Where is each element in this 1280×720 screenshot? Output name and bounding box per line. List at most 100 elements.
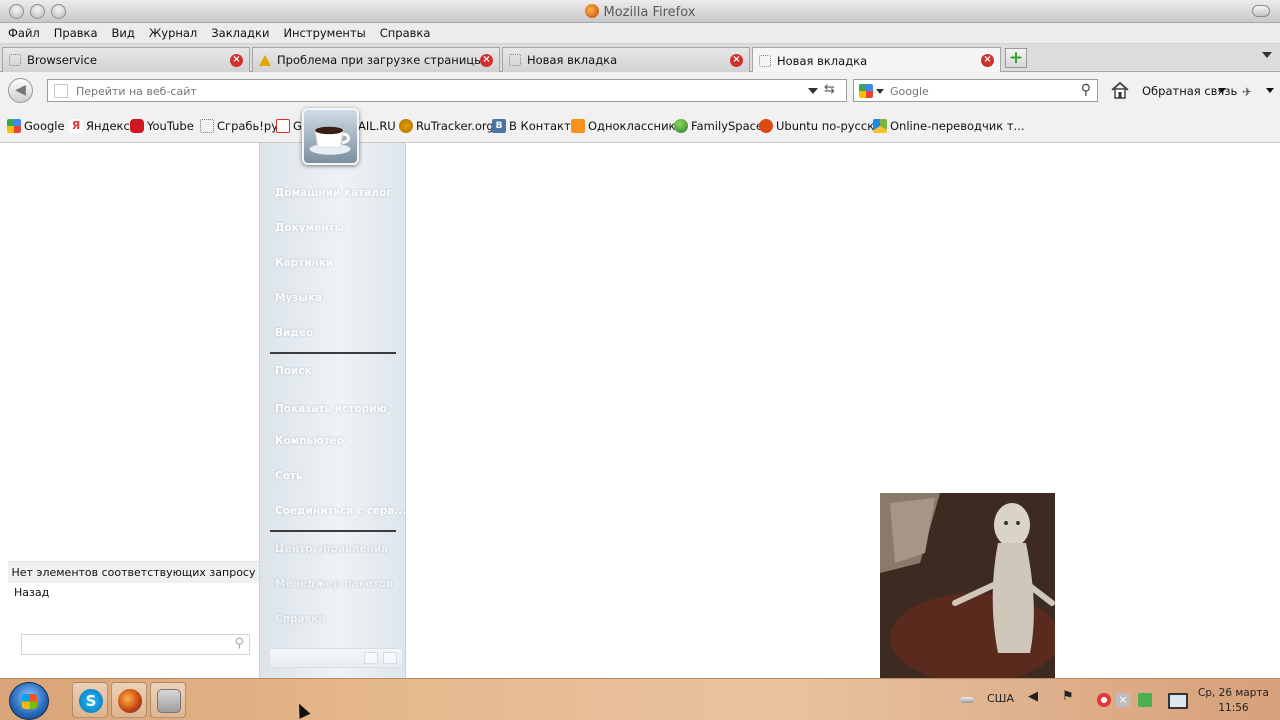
bookmark-youtube[interactable]: YouTube xyxy=(130,119,194,133)
bookmark-sgrab[interactable]: Cграбь!ру xyxy=(200,119,278,133)
search-icon[interactable]: ⚲ xyxy=(1081,82,1091,98)
bookmark-label: YouTube xyxy=(147,119,194,133)
bookmark-rutracker[interactable]: RuTracker.org xyxy=(399,119,494,133)
window-title: Mozilla Firefox xyxy=(0,4,1280,20)
google-icon xyxy=(7,119,21,133)
tab-label: Browservice xyxy=(27,53,97,67)
toolbar-toggle-button[interactable] xyxy=(1252,5,1270,17)
ubuntu-icon xyxy=(759,119,773,133)
bookmark-label: Google xyxy=(24,119,65,133)
search-icon: ⚲ xyxy=(234,636,244,651)
menu-tools[interactable]: Инструменты xyxy=(283,26,365,40)
power-options-icon[interactable] xyxy=(383,652,397,664)
navigation-bar: ◀ ⇆ ⚲ Обратная связь ✈ xyxy=(0,72,1280,109)
search-engine-dropdown-icon[interactable] xyxy=(876,89,884,94)
new-tab-button[interactable]: + xyxy=(1005,48,1027,68)
bookmark-odnoklassniki[interactable]: Одноклассники xyxy=(571,119,683,133)
familyspace-icon xyxy=(674,119,688,133)
bookmark-label: FamilySpace xyxy=(691,119,764,133)
tab-load-problem[interactable]: Проблема при загрузке страницы × xyxy=(252,47,500,72)
bookmark-vkontakte[interactable]: ВВ Контакте xyxy=(492,119,578,133)
bookmark-translator[interactable]: Online-переводчик т... xyxy=(873,119,1025,133)
place-connect-server[interactable]: Соединиться с серв... xyxy=(275,505,406,517)
url-history-dropdown-icon[interactable] xyxy=(808,88,818,94)
place-control-center[interactable]: Центр управления xyxy=(275,543,388,555)
place-history[interactable]: Показать историю xyxy=(275,403,387,415)
back-link[interactable]: Назад xyxy=(14,586,49,599)
url-input[interactable] xyxy=(76,83,796,99)
firefox-icon xyxy=(118,689,142,713)
taskbar-package[interactable] xyxy=(150,682,186,718)
app-tray-icon[interactable]: × xyxy=(1116,693,1130,707)
tab-browservice[interactable]: Browservice × xyxy=(2,47,250,72)
go-icon[interactable]: ⇆ xyxy=(824,82,835,97)
search-input[interactable] xyxy=(890,83,1070,99)
place-home[interactable]: Домашний каталог xyxy=(275,187,392,199)
menu-edit[interactable]: Правка xyxy=(54,26,98,40)
clock-date: Ср, 26 марта xyxy=(1198,687,1269,699)
place-computer[interactable]: Компьютер xyxy=(275,435,344,447)
user-picture-icon[interactable] xyxy=(302,108,359,165)
bookmark-google[interactable]: Google xyxy=(7,119,65,133)
keyboard-icon[interactable] xyxy=(960,697,974,703)
launcher-search-field[interactable]: ⚲ xyxy=(21,634,250,655)
window-title-text: Mozilla Firefox xyxy=(603,5,696,20)
home-icon[interactable] xyxy=(1110,80,1130,100)
close-tab-icon[interactable]: × xyxy=(981,54,994,67)
language-indicator[interactable]: США xyxy=(987,692,1014,705)
launcher-results-panel: Нет элементов соответствующих запросу На… xyxy=(8,143,259,678)
back-button[interactable]: ◀ xyxy=(8,78,33,103)
place-documents[interactable]: Документы xyxy=(275,222,344,234)
place-pictures[interactable]: Картинки xyxy=(275,257,333,269)
taskbar-skype[interactable]: S xyxy=(72,682,108,718)
antivirus-icon[interactable] xyxy=(1097,693,1111,707)
flag-icon[interactable]: ⚑ xyxy=(1062,689,1074,704)
tools-icon[interactable]: ✈ xyxy=(1242,85,1252,99)
monitor-icon[interactable] xyxy=(1168,693,1188,709)
menu-view[interactable]: Вид xyxy=(112,26,135,40)
lock-icon[interactable] xyxy=(364,652,378,664)
network-status-icon[interactable] xyxy=(1138,693,1152,707)
close-tab-icon[interactable]: × xyxy=(730,53,743,67)
menu-file[interactable]: Файл xyxy=(8,26,40,40)
chevron-down-icon[interactable] xyxy=(1218,88,1226,93)
blank-page-icon xyxy=(200,119,214,133)
bookmark-ubuntu[interactable]: Ubuntu по-русски xyxy=(759,119,882,133)
place-video[interactable]: Видео xyxy=(275,327,313,339)
youtube-icon xyxy=(130,119,144,133)
bookmark-label: AIL.RU xyxy=(358,119,396,133)
place-music[interactable]: Музыка xyxy=(275,292,322,304)
photo-thumbnail xyxy=(880,493,1055,678)
google-icon[interactable] xyxy=(859,84,873,98)
tab-new-active[interactable]: Новая вкладка × xyxy=(752,47,1001,73)
place-network[interactable]: Сеть xyxy=(275,470,303,482)
bookmark-mailru[interactable]: AIL.RU xyxy=(358,119,396,133)
close-tab-icon[interactable]: × xyxy=(480,53,493,67)
bookmark-yandex[interactable]: Я Яндекс xyxy=(69,119,130,133)
close-tab-icon[interactable]: × xyxy=(230,53,243,67)
menu-help[interactable]: Справка xyxy=(380,26,431,40)
package-icon xyxy=(157,689,181,713)
place-search[interactable]: Поиск xyxy=(275,365,312,377)
menu-history[interactable]: Журнал xyxy=(149,26,197,40)
start-button[interactable] xyxy=(9,682,49,720)
separator xyxy=(270,352,396,354)
gmail-icon xyxy=(276,119,290,133)
chevron-down-icon[interactable] xyxy=(1266,88,1274,93)
firefox-icon xyxy=(584,4,599,18)
blank-page-icon xyxy=(759,54,771,67)
separator xyxy=(270,530,396,532)
tab-new-1[interactable]: Новая вкладка × xyxy=(502,47,750,72)
tab-label: Новая вкладка xyxy=(527,53,618,67)
tab-label: Проблема при загрузке страницы xyxy=(277,53,480,67)
bookmark-familyspace[interactable]: FamilySpace xyxy=(674,119,763,133)
clock[interactable]: Ср, 26 марта 11:56 xyxy=(1198,686,1269,716)
taskbar-firefox[interactable] xyxy=(111,682,147,718)
volume-icon[interactable]: ◀ xyxy=(1028,689,1038,704)
place-package-manager[interactable]: Менеджер пакетов xyxy=(275,578,393,590)
site-identity-icon[interactable] xyxy=(54,84,68,98)
place-help[interactable]: Справка xyxy=(275,613,325,625)
menu-bookmarks[interactable]: Закладки xyxy=(211,26,269,40)
bookmark-label: Online-переводчик т... xyxy=(890,119,1025,133)
tab-list-icon[interactable] xyxy=(1262,52,1272,58)
